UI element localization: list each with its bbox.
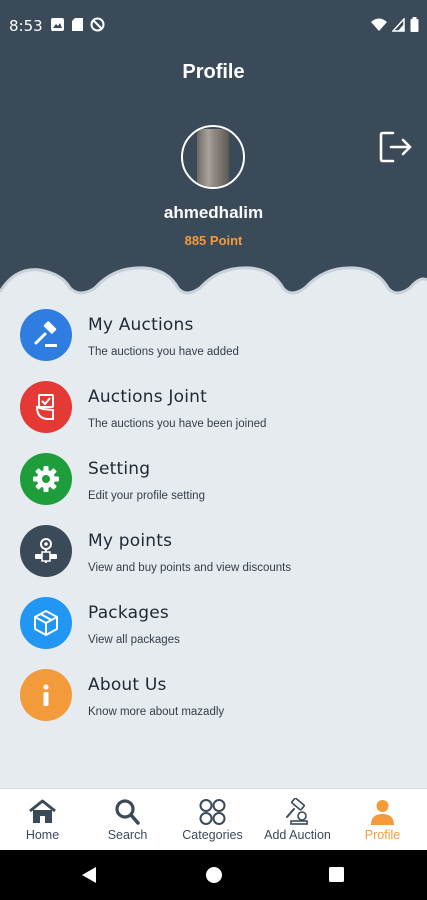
nav-search[interactable]: Search xyxy=(85,789,170,851)
menu-title: Auctions Joint xyxy=(88,387,207,407)
menu-item-my-points[interactable]: My points View and buy points and view d… xyxy=(0,521,427,591)
profile-header: 8:53 Profile ahmedhalim 885 Point xyxy=(0,0,427,300)
nav-categories[interactable]: Categories xyxy=(170,789,255,851)
coin-points-icon xyxy=(20,525,72,577)
menu-subtitle: View and buy points and view discounts xyxy=(88,562,292,574)
menu-item-packages[interactable]: Packages View all packages xyxy=(0,593,427,663)
info-icon xyxy=(20,669,72,721)
nav-add-auction[interactable]: Add Auction xyxy=(255,789,340,851)
nav-label: Categories xyxy=(182,828,243,842)
nav-label: Add Auction xyxy=(264,828,331,842)
logout-icon[interactable] xyxy=(378,130,414,164)
nav-home[interactable]: Home xyxy=(0,789,85,851)
menu-title: About Us xyxy=(88,675,167,695)
gavel-icon xyxy=(20,309,72,361)
categories-icon xyxy=(199,799,226,825)
menu-item-my-auctions[interactable]: My Auctions The auctions you have added xyxy=(0,305,427,375)
menu-subtitle: Know more about mazadly xyxy=(88,706,225,718)
nav-label: Search xyxy=(107,828,148,842)
menu-subtitle: The auctions you have been joined xyxy=(88,418,267,430)
username: ahmedhalim xyxy=(163,203,264,222)
menu-subtitle: The auctions you have added xyxy=(88,346,239,358)
wifi-icon xyxy=(371,18,387,31)
home-icon xyxy=(29,799,56,823)
nav-label: Home xyxy=(25,828,60,842)
search-icon xyxy=(115,799,140,825)
status-notifications xyxy=(50,17,105,32)
menu-title: Setting xyxy=(88,459,151,479)
blocked-icon xyxy=(90,17,105,32)
hand-card-icon xyxy=(20,381,72,433)
system-navigation-bar xyxy=(0,850,427,900)
header-wave-divider xyxy=(0,266,427,307)
gallery-icon xyxy=(51,18,64,31)
menu-item-about-us[interactable]: About Us Know more about mazadly xyxy=(0,665,427,735)
menu-subtitle: Edit your profile setting xyxy=(88,490,205,502)
avatar[interactable] xyxy=(181,125,245,189)
back-icon[interactable] xyxy=(80,866,98,884)
bottom-navigation: Home Search Categories Add Auction Profi… xyxy=(0,788,427,850)
points-balance: 885 Point xyxy=(184,233,243,248)
status-bar: 8:53 xyxy=(0,0,427,52)
gear-icon xyxy=(20,453,72,505)
signal-icon xyxy=(392,17,405,32)
page-title: Profile xyxy=(182,61,245,83)
menu-title: My points xyxy=(88,531,173,551)
avatar-photo xyxy=(197,129,229,187)
profile-icon xyxy=(371,800,394,825)
recents-icon[interactable] xyxy=(328,866,345,883)
home-circle-icon[interactable] xyxy=(205,866,223,884)
status-time: 8:53 xyxy=(9,17,43,35)
sd-card-icon xyxy=(72,18,83,31)
menu-title: My Auctions xyxy=(88,315,194,335)
nav-label: Profile xyxy=(364,828,401,842)
menu-subtitle: View all packages xyxy=(88,634,180,646)
package-box-icon xyxy=(20,597,72,649)
battery-icon xyxy=(410,17,419,32)
nav-profile[interactable]: Profile xyxy=(340,789,425,851)
status-system-icons xyxy=(371,17,419,32)
menu-title: Packages xyxy=(88,603,169,623)
menu-item-auctions-joint[interactable]: Auctions Joint The auctions you have bee… xyxy=(0,377,427,447)
add-auction-icon xyxy=(286,798,308,825)
menu-item-setting[interactable]: Setting Edit your profile setting xyxy=(0,449,427,519)
